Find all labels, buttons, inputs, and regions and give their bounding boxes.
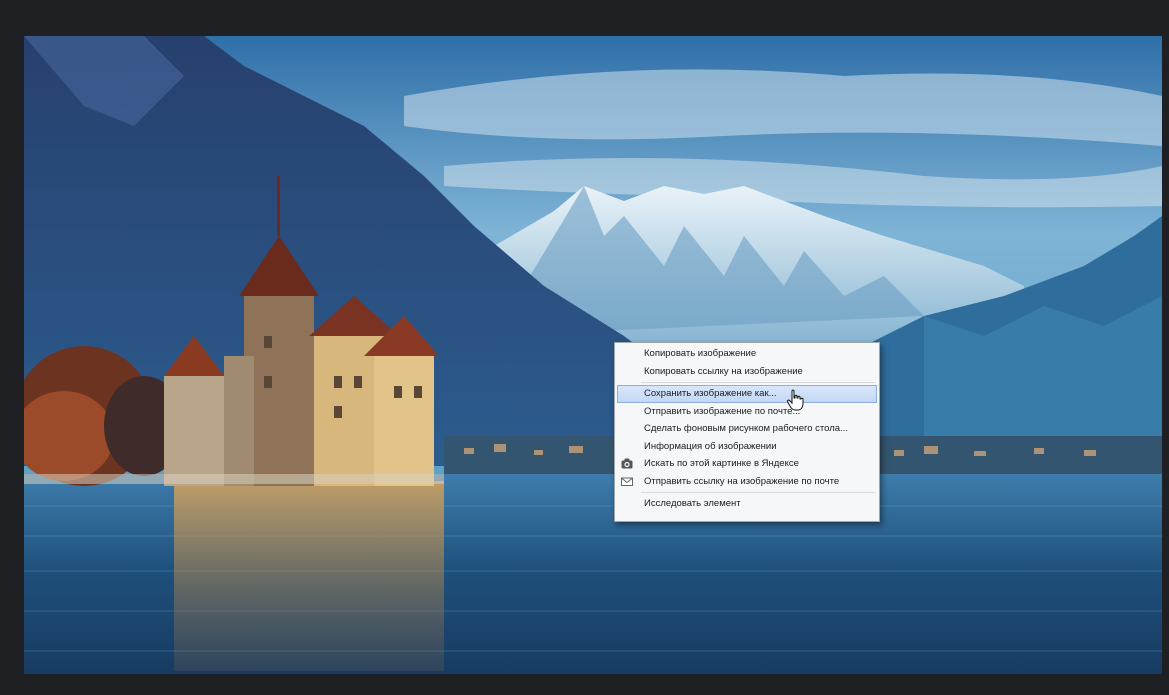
menu-item-label: Искать по этой картинке в Яндексе — [644, 458, 799, 469]
menu-separator — [641, 382, 875, 383]
menu-item-label: Копировать ссылку на изображение — [644, 365, 803, 377]
menu-item-label: Отправить ссылку на изображение по почте — [644, 475, 840, 487]
menu-item-search-image-yandex[interactable]: Искать по этой картинке в Яндексе — [615, 455, 879, 473]
wallpaper-image[interactable] — [24, 36, 1162, 674]
menu-item-label: Отправить изображение по почте... — [644, 405, 801, 417]
context-menu: Копировать изображение Копировать ссылку… — [614, 342, 880, 522]
menu-item-label: Сделать фоновым рисунком рабочего стола.… — [644, 423, 848, 434]
menu-item-image-info[interactable]: Информация об изображении — [615, 438, 879, 456]
menu-item-inspect-element[interactable]: Исследовать элемент — [615, 495, 879, 513]
menu-item-copy-image[interactable]: Копировать изображение — [615, 345, 879, 363]
camera-icon — [621, 458, 633, 469]
envelope-icon — [621, 476, 633, 487]
landscape-photo — [24, 36, 1162, 674]
menu-item-label: Информация об изображении — [644, 440, 777, 452]
menu-item-save-image-as[interactable]: Сохранить изображение как... — [617, 385, 877, 403]
menu-separator — [641, 492, 875, 493]
menu-item-label: Копировать изображение — [644, 348, 757, 359]
menu-item-set-as-desktop-background[interactable]: Сделать фоновым рисунком рабочего стола.… — [615, 420, 879, 438]
menu-item-email-image-link[interactable]: Отправить ссылку на изображение по почте — [615, 473, 879, 491]
menu-item-email-image[interactable]: Отправить изображение по почте... — [615, 403, 879, 421]
menu-item-copy-image-link[interactable]: Копировать ссылку на изображение — [615, 363, 879, 381]
menu-item-label: Сохранить изображение как... — [644, 388, 777, 399]
menu-item-label: Исследовать элемент — [644, 498, 741, 509]
image-viewer: Копировать изображение Копировать ссылку… — [0, 0, 1169, 695]
